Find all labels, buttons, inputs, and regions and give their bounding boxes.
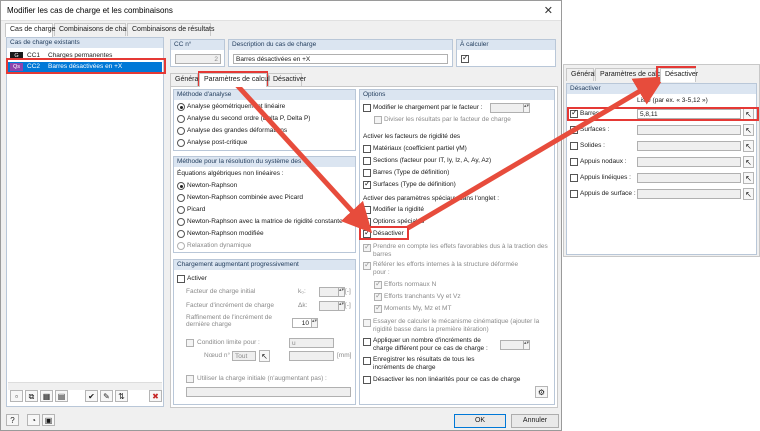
tab-calculation-parameters[interactable]: Paramètres de calcul bbox=[199, 73, 270, 87]
arrow-to-deactivate-option bbox=[234, 82, 373, 234]
arrow-to-deactivate-tab bbox=[406, 76, 665, 231]
tab-deactivate[interactable]: Désactiver bbox=[660, 68, 698, 82]
tab-load-cases[interactable]: Cas de charge bbox=[5, 23, 56, 37]
annotation-arrows bbox=[234, 76, 665, 234]
